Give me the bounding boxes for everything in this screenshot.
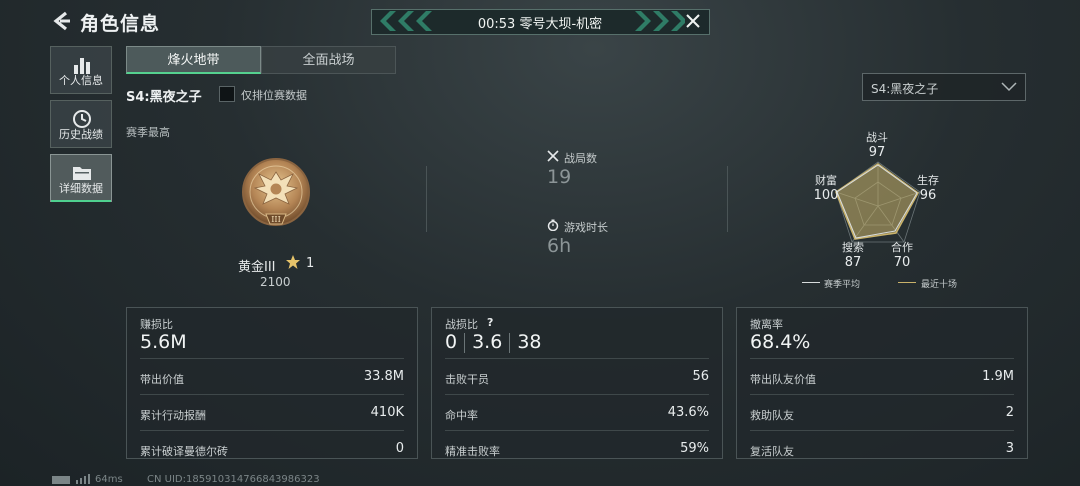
stat-key: 精准击败率	[445, 445, 500, 458]
stat-value: 43.6%	[667, 405, 709, 420]
legend-swatch-season	[802, 282, 820, 283]
matches-value: 19	[547, 166, 572, 188]
panel-combat: 战损比 0 3.6 38 击败干员 56 命中率 43.6% 精准击败率 59%	[431, 307, 723, 459]
matches-label: 战局数	[564, 152, 597, 165]
nav-item-history[interactable]: 历史战绩	[50, 100, 112, 148]
radar-axis-label: 战斗	[866, 131, 888, 144]
playtime-label: 游戏时长	[564, 221, 608, 234]
rank-star-count: 1	[306, 256, 315, 271]
stat-row: 累计破译曼德尔砖 0	[140, 430, 404, 467]
stat-row: 带出价值 33.8M	[140, 358, 404, 395]
radar-axis-label: 财富	[815, 174, 837, 187]
radar-axis-value: 87	[844, 255, 862, 270]
panel-title: 战损比	[445, 318, 478, 331]
playtime-value: 6h	[547, 235, 572, 257]
stat-value: 2	[1005, 405, 1014, 420]
stat-row: 累计行动报酬 410K	[140, 394, 404, 431]
stat-key: 累计行动报酬	[140, 409, 206, 422]
season-select-value: S4:黑夜之子	[871, 82, 939, 96]
stopwatch-icon	[547, 219, 559, 231]
panel-extract: 撤离率 68.4% 带出队友价值 1.9M 救助队友 2 复活队友 3	[736, 307, 1028, 459]
nav-item-label: 历史战绩	[59, 128, 103, 141]
legend-recent: 最近十场	[921, 280, 958, 290]
legend-season: 赛季平均	[824, 280, 861, 290]
radar-axis-value: 70	[893, 255, 911, 270]
panel-title: 撤离率	[750, 318, 783, 331]
panel-title: 赚损比	[140, 318, 173, 331]
svg-text:III: III	[271, 215, 280, 224]
stat-value: 0	[395, 441, 404, 456]
legend-swatch-recent	[898, 282, 916, 283]
stat-row: 精准击败率 59%	[445, 430, 709, 467]
page-title: 角色信息	[80, 13, 161, 35]
radar-axis-value: 97	[868, 145, 886, 160]
stat-value: 410K	[370, 405, 404, 420]
ratio-part: 38	[517, 331, 542, 353]
stat-key: 复活队友	[750, 445, 794, 458]
tab-warfare[interactable]: 全面战场	[261, 46, 396, 74]
season-select[interactable]: S4:黑夜之子	[862, 73, 1026, 101]
player-uid: CN UID:1859103147668439863​23	[147, 474, 320, 485]
combat-ratio: 0 3.6 38	[445, 331, 542, 353]
radar-axis-label: 生存	[917, 174, 939, 187]
ping-value: 64ms	[95, 474, 123, 485]
stat-row: 带出队友价值 1.9M	[750, 358, 1014, 395]
signal-icon	[52, 476, 70, 484]
crossed-swords-icon	[547, 150, 559, 162]
rank-badge-icon: III	[242, 158, 310, 226]
rank-name: 黄金III	[238, 260, 276, 275]
stat-key: 累计破译曼德尔砖	[140, 445, 228, 458]
divider	[727, 166, 728, 232]
nav-item-label: 个人信息	[59, 74, 103, 87]
stat-value: 3	[1005, 441, 1014, 456]
ranked-only-checkbox[interactable]	[219, 86, 235, 102]
star-icon	[286, 255, 300, 269]
season-title: S4:黑夜之子	[126, 90, 202, 105]
ratio-part: 0	[445, 331, 458, 353]
radar-axis-value: 100	[813, 188, 839, 203]
stat-row: 救助队友 2	[750, 394, 1014, 431]
stat-key: 命中率	[445, 409, 478, 422]
radar-axis-label: 搜索	[842, 241, 864, 254]
close-icon[interactable]	[684, 12, 702, 30]
chevron-down-icon	[1001, 82, 1017, 92]
stat-row: 复活队友 3	[750, 430, 1014, 467]
stat-value: 1.9M	[982, 369, 1014, 384]
panel-profit: 赚损比 5.6M 带出价值 33.8M 累计行动报酬 410K 累计破译曼德尔砖…	[126, 307, 418, 459]
divider	[426, 166, 427, 232]
radar-axis-label: 合作	[891, 241, 913, 254]
nav-item-details[interactable]: 详细数据	[50, 154, 112, 202]
banner-text: 00:53 零号大坝-机密	[477, 17, 603, 32]
rank-score: 2100	[260, 275, 291, 289]
panel-value: 5.6M	[140, 331, 187, 353]
signal-bars-icon	[76, 474, 90, 484]
stat-value: 33.8M	[363, 369, 404, 384]
tab-operations[interactable]: 烽火地带	[126, 46, 261, 74]
radar-axis-value: 96	[919, 188, 937, 203]
help-icon[interactable]: ?	[487, 316, 493, 329]
back-arrow-icon[interactable]	[50, 10, 72, 32]
nav-item-label: 详细数据	[59, 182, 103, 195]
stat-row: 击败干员 56	[445, 358, 709, 395]
stat-row: 命中率 43.6%	[445, 394, 709, 431]
stat-key: 击败干员	[445, 373, 489, 386]
nav-item-profile[interactable]: 个人信息	[50, 46, 112, 94]
panel-value: 68.4%	[750, 331, 811, 353]
stat-key: 救助队友	[750, 409, 794, 422]
stat-key: 带出价值	[140, 373, 184, 386]
ranked-only-label: 仅排位赛数据	[241, 89, 307, 102]
stat-key: 带出队友价值	[750, 373, 816, 386]
ratio-part: 3.6	[472, 331, 503, 353]
section-label: 赛季最高	[126, 126, 170, 139]
stat-value: 56	[692, 369, 709, 384]
stat-value: 59%	[680, 441, 709, 456]
